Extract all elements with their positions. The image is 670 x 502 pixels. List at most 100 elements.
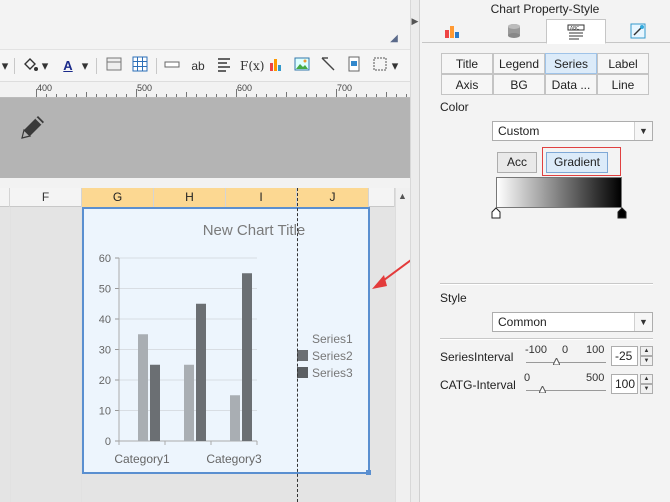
y-tick-label: 0 [105,436,111,448]
bar-series2-category1 [150,364,160,441]
spin-up-icon[interactable]: ▲ [640,346,653,356]
y-tick-label: 20 [99,375,111,387]
column-header-g[interactable]: G [82,188,154,207]
legend-label: Series3 [312,366,353,380]
ruler-label: 500 [137,83,153,93]
ribbon-collapse-icon[interactable]: ◢ [388,33,400,45]
subtab-bg[interactable]: BG [493,74,545,95]
catg-interval-spinner[interactable]: ▲ ▼ [640,374,653,394]
chevron-down-icon[interactable]: ▼ [634,313,652,331]
text-style-tab[interactable]: ABC [546,19,606,44]
subtab-title[interactable]: Title [441,53,493,74]
series-interval-spinner[interactable]: ▲ ▼ [640,346,653,366]
column-header-i[interactable]: I [226,188,297,207]
series-interval-label: SeriesInterval [440,350,514,364]
y-tick-label: 60 [99,253,111,265]
insert-chart-icon[interactable] [266,56,286,76]
chart-object[interactable]: New Chart Title 0 10 20 30 40 50 60 Category1 Ca… [82,207,371,475]
spin-down-icon[interactable]: ▼ [640,356,653,366]
panel-collapse-icon[interactable]: ▶ [410,15,420,27]
spin-down-icon[interactable]: ▼ [640,384,653,394]
subtab-axis[interactable]: Axis [441,74,493,95]
draw-line-icon[interactable] [318,56,338,76]
bar-chart: 0 10 20 30 40 50 60 Category1 Category3 Series1 Se… [99,253,353,466]
align-icon[interactable] [214,56,234,76]
spin-up-icon[interactable]: ▲ [640,374,653,384]
format-toolbar: ▾ ▾ A ▾ ab F(x) ▾ [0,50,410,82]
catg-interval-input[interactable]: 100 [611,374,638,394]
field-icon[interactable] [162,56,182,76]
dropdown-arrow-icon[interactable]: ▾ [0,56,10,76]
border-dropdown-icon[interactable]: ▾ [390,56,400,76]
x-tick-label: Category1 [114,452,170,466]
border-icon[interactable] [370,56,390,76]
database-tab[interactable] [484,19,544,43]
catg-interval-min: 0 [524,372,531,384]
design-canvas[interactable] [0,98,410,178]
series-interval-min: -100 [525,344,548,356]
legend-swatch [297,367,308,378]
legend-label: Series2 [312,349,353,363]
fill-bucket-icon[interactable] [20,56,40,76]
grid-icon[interactable] [130,56,150,76]
subtab-legend[interactable]: Legend [493,53,545,74]
catg-interval-label: CATG-Interval [440,378,516,392]
font-color-dropdown-icon[interactable]: ▾ [80,56,90,76]
divider [440,283,653,285]
insert-image-icon[interactable] [292,56,312,76]
page-break-line [297,188,298,502]
subtab-line[interactable]: Line [597,74,649,95]
y-tick-label: 30 [99,345,111,357]
series-interval-slider[interactable] [526,362,606,363]
style-label: Style [440,291,467,305]
color-select[interactable]: Custom ▼ [492,121,653,141]
gradient-stop-start[interactable] [490,207,502,219]
gradient-stop-end[interactable] [616,207,628,219]
column-header[interactable] [0,188,10,207]
column-header-j[interactable]: J [297,188,369,207]
chevron-down-icon[interactable]: ▼ [634,122,652,140]
bar-series2-category2 [196,303,206,441]
font-color-icon[interactable]: A [58,56,78,76]
chart-type-tab[interactable] [422,19,482,43]
text-icon[interactable]: ab [188,56,208,76]
table-style-icon[interactable] [104,56,124,76]
color-select-value: Custom [498,124,540,138]
subtab-label[interactable]: Label [597,53,649,74]
series-interval-input[interactable]: -25 [611,346,638,366]
subtab-series[interactable]: Series [545,53,597,74]
acc-button[interactable]: Acc [497,152,537,173]
style-select[interactable]: Common ▼ [492,312,653,332]
bar-series1-category2 [184,364,194,441]
canvas-divider [0,178,410,188]
y-tick-label: 10 [99,406,111,418]
database-icon [508,24,520,38]
property-subtabs: Title Legend Series Label Axis BG Data .… [441,53,662,95]
formula-icon[interactable]: F(x) [240,56,264,76]
effects-tab[interactable] [608,19,668,43]
y-tick-label: 40 [99,314,111,326]
column-header-h[interactable]: H [154,188,226,207]
fill-dropdown-icon[interactable]: ▾ [40,56,50,76]
document-icon[interactable] [344,56,364,76]
panel-splitter[interactable] [410,0,420,502]
column-header-row: F G H I J [0,188,395,207]
pencil-icon[interactable] [16,110,50,144]
legend-swatch [297,350,308,361]
ruler-label: 700 [337,83,353,93]
gradient-preview[interactable] [496,177,622,208]
subtab-data[interactable]: Data ... [545,74,597,95]
column-header-f[interactable]: F [10,188,82,207]
color-label: Color [440,100,469,114]
title-bar [0,0,410,28]
ruler-label: 600 [237,83,253,93]
style-select-value: Common [498,315,547,329]
series-interval-thumb[interactable] [552,358,560,365]
catg-interval-thumb[interactable] [538,386,546,393]
ribbon-gap [0,28,410,50]
chart-type-icon [445,26,459,38]
divider [440,338,653,340]
resize-handle[interactable] [366,470,371,475]
x-tick-label: Category3 [206,452,262,466]
bar-series1-category1 [138,334,148,441]
